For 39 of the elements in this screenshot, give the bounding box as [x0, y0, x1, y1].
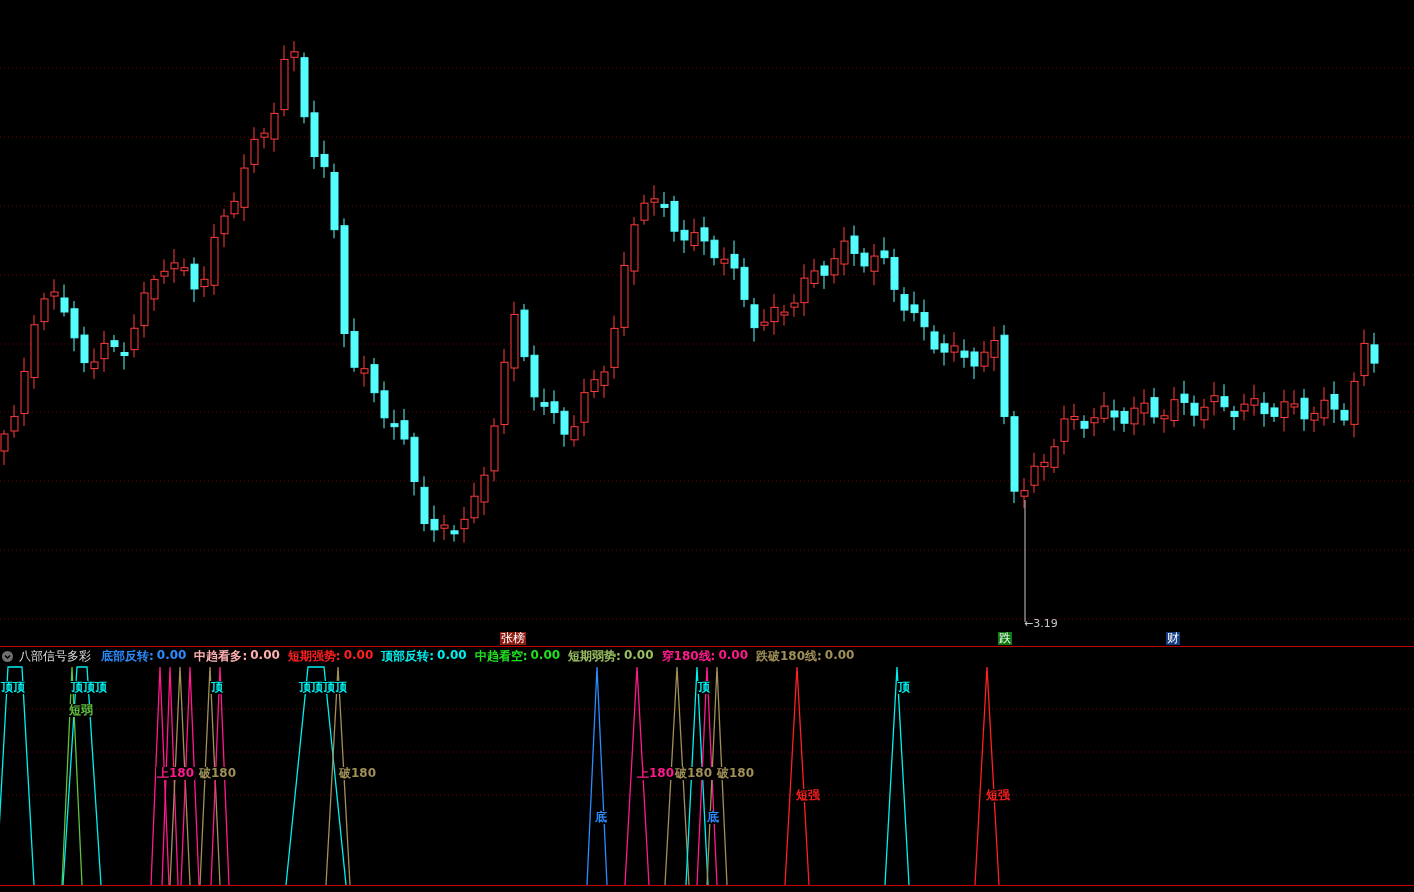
- event-tag[interactable]: 张榜: [500, 632, 526, 645]
- indicator-value: 0.00: [530, 647, 561, 664]
- indicator-value: 0.00: [623, 647, 654, 664]
- signal-label: 顶: [210, 681, 224, 694]
- indicator-value: 0.00: [343, 647, 374, 664]
- signal-label: 短强: [985, 789, 1011, 802]
- signal-label: 破180: [338, 767, 378, 780]
- signal-label: 上180: [156, 767, 196, 780]
- signal-label: 破180: [674, 767, 714, 780]
- indicator-label: 中趋看多:: [194, 647, 248, 665]
- signal-label: 顶顶顶顶: [298, 681, 348, 694]
- signal-label: 上180: [636, 767, 676, 780]
- signal-label: 短弱: [68, 704, 94, 717]
- indicator-label: 跌破180线:: [756, 647, 822, 665]
- indicator-value: 0.00: [437, 647, 467, 664]
- low-price-label: ←3.19: [1024, 617, 1058, 630]
- signal-label: 顶: [697, 681, 711, 694]
- indicator-label: 中趋看空:: [474, 647, 528, 665]
- signal-label: 破180: [716, 767, 756, 780]
- indicator-value: 0.00: [718, 647, 748, 664]
- signal-label: 短强: [795, 789, 821, 802]
- indicator-label: 短期强势:: [287, 647, 341, 665]
- indicator-label: 短期弱势:: [568, 647, 621, 665]
- signal-label: 顶顶: [0, 681, 26, 694]
- collapse-icon[interactable]: [2, 650, 13, 662]
- indicator-value: 0.00: [250, 647, 280, 664]
- indicator-name: 八部信号多彩: [19, 647, 91, 665]
- event-tag[interactable]: 财: [1166, 632, 1180, 645]
- indicator-value: 0.00: [156, 647, 187, 664]
- indicator-label: 底部反转:: [101, 647, 154, 665]
- indicator-label: 顶部反转:: [381, 647, 435, 665]
- signal-label: 底: [706, 811, 720, 824]
- signal-label: 顶顶顶: [70, 681, 108, 694]
- event-tag[interactable]: 跌: [998, 632, 1012, 645]
- signal-label: 底: [594, 811, 608, 824]
- indicator-value: 0.00: [824, 647, 855, 664]
- signal-label: 破180: [198, 767, 238, 780]
- indicator-label: 穿180线:: [661, 647, 716, 665]
- signal-label: 顶: [897, 681, 911, 694]
